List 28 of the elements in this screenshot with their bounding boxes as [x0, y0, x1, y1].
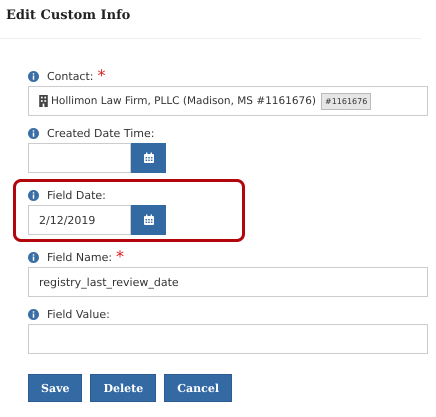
text-field[interactable]: [28, 324, 428, 354]
contact-field[interactable]: Hollimon Law Firm, PLLC (Madison, MS #1161676) #1161676: [28, 86, 428, 116]
info-icon: [28, 190, 39, 200]
contact-id-tag: #1161676: [320, 92, 372, 110]
action-button[interactable]: Save: [28, 374, 82, 402]
calendar-icon: [142, 214, 154, 226]
action-button[interactable]: Delete: [90, 374, 156, 402]
field-label: Created Date Time:: [47, 126, 154, 140]
field-label: Contact:: [47, 70, 94, 82]
text-field[interactable]: registry_last_review_date: [28, 267, 428, 297]
info-icon: [28, 70, 39, 82]
required-mark: *: [98, 68, 106, 84]
field-label: Field Name:: [47, 250, 112, 264]
contact-name: Hollimon Law Firm, PLLC (Madison, MS #1161676): [51, 95, 316, 107]
info-icon: [28, 128, 39, 138]
field-label: Field Value:: [47, 308, 110, 320]
building-icon: [39, 95, 48, 107]
date-field[interactable]: 2/12/2019: [28, 205, 131, 235]
date-field[interactable]: [28, 143, 131, 173]
info-icon: [28, 308, 39, 320]
calendar-button[interactable]: [131, 205, 166, 235]
required-mark: *: [116, 249, 124, 265]
calendar-icon: [142, 152, 154, 164]
dialog-title: Edit Custom Info: [5, 7, 132, 25]
info-icon: [28, 252, 39, 262]
field-label: Field Date:: [47, 188, 106, 202]
calendar-button[interactable]: [131, 143, 166, 173]
action-button[interactable]: Cancel: [164, 374, 232, 402]
